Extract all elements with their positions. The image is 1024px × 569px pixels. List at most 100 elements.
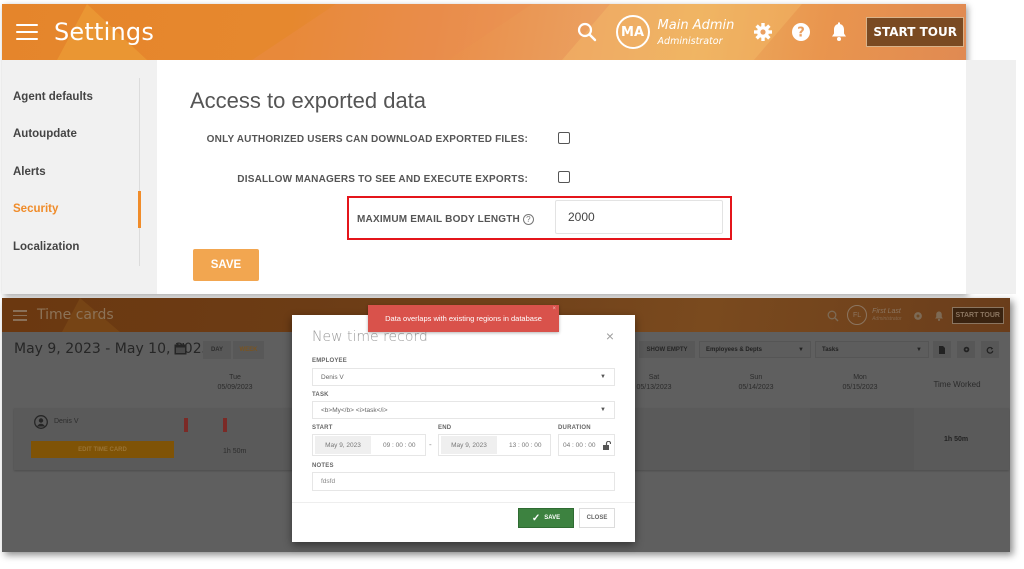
sidebar-nav: Agent defaults Autoupdate Alerts Securit… xyxy=(2,78,141,266)
employee-select-value: Denis V xyxy=(321,373,344,381)
settings-header: Settings MA Main Admin Administrator ? S… xyxy=(2,4,966,60)
user-name: First Last xyxy=(872,308,901,315)
page-gutter xyxy=(966,60,1016,294)
bell-icon[interactable] xyxy=(828,21,850,43)
column-date: 05/15/2023 xyxy=(842,384,878,391)
user-name: Main Admin xyxy=(657,17,735,33)
task-select[interactable]: <b>My</b> <i>task</i> ▼ xyxy=(312,401,615,419)
employee-select[interactable]: Denis V ▼ xyxy=(312,368,615,386)
page-title: Time cards xyxy=(37,307,114,323)
gear-icon[interactable] xyxy=(912,309,924,321)
caret-down-icon: ▼ xyxy=(600,407,606,413)
settings-panel: Settings MA Main Admin Administrator ? S… xyxy=(2,4,966,294)
day-total: 1h 50m xyxy=(223,448,247,455)
show-empty-button[interactable]: SHOW EMPTY xyxy=(639,341,695,358)
column-date: 05/14/2023 xyxy=(738,384,774,391)
end-date-input[interactable]: May 9, 2023 xyxy=(441,436,497,454)
close-icon[interactable]: × xyxy=(606,328,614,344)
dialog-save-label: SAVE xyxy=(544,515,561,521)
gear-icon[interactable] xyxy=(752,21,774,43)
section-heading: Access to exported data xyxy=(190,88,427,113)
avatar[interactable]: FL xyxy=(847,305,868,325)
sidebar-item-agent-defaults[interactable]: Agent defaults xyxy=(2,78,139,116)
settings-button[interactable] xyxy=(957,341,975,358)
time-region-marker[interactable] xyxy=(223,418,227,432)
edit-time-card-button[interactable]: EDIT TIME CARD xyxy=(31,441,174,458)
help-circle-icon[interactable]: ? xyxy=(522,214,534,225)
end-datetime: May 9, 2023 13 : 00 : 00 xyxy=(438,434,551,456)
refresh-icon xyxy=(986,346,994,354)
time-worked-total: 1h 50m xyxy=(944,436,969,443)
task-select-value: <b>My</b> <i>task</i> xyxy=(321,406,388,414)
view-week-toggle[interactable]: WEEK xyxy=(233,341,264,359)
settings-content: Access to exported data ONLY AUTHORIZED … xyxy=(157,60,966,294)
max-email-body-length-input[interactable] xyxy=(555,200,723,234)
tasks-select-value: Tasks xyxy=(822,346,839,353)
employee-name[interactable]: Denis V xyxy=(54,418,79,425)
help-icon[interactable]: ? xyxy=(790,21,812,43)
search-icon[interactable] xyxy=(576,21,598,43)
dialog-close-button[interactable]: CLOSE xyxy=(579,508,615,528)
table-cell xyxy=(810,408,914,470)
start-datetime: May 9, 2023 09 : 00 : 00 xyxy=(312,434,426,456)
start-tour-button[interactable]: START TOUR xyxy=(951,306,1004,324)
menu-icon[interactable] xyxy=(16,24,38,40)
export-file-button[interactable] xyxy=(933,341,951,358)
header-actions: MA Main Admin Administrator ? START TOUR xyxy=(576,4,966,60)
refresh-button[interactable] xyxy=(981,341,999,358)
tasks-select[interactable]: Tasks ▼ xyxy=(815,341,929,358)
close-icon[interactable]: × xyxy=(552,306,556,312)
start-time-input[interactable]: 09 : 00 : 00 xyxy=(383,442,416,449)
time-region-marker[interactable] xyxy=(184,418,188,432)
bell-icon[interactable] xyxy=(934,309,944,321)
column-date: 05/09/2023 xyxy=(217,384,253,391)
start-date-input[interactable]: May 9, 2023 xyxy=(315,436,371,454)
save-button[interactable]: SAVE xyxy=(193,249,259,281)
sidebar-item-security[interactable]: Security xyxy=(2,190,141,229)
employees-select-value: Employees & Depts xyxy=(706,346,763,353)
column-day: Sun xyxy=(749,374,763,381)
column-header-sun: Sun 05/14/2023 xyxy=(728,373,784,393)
range-separator: - xyxy=(429,440,432,449)
column-day: Mon xyxy=(853,374,867,381)
svg-text:?: ? xyxy=(798,26,806,41)
user-info[interactable]: First Last Administrator xyxy=(872,308,901,322)
sidebar-item-autoupdate[interactable]: Autoupdate xyxy=(2,116,139,154)
user-avatar-icon xyxy=(34,415,48,429)
menu-icon[interactable] xyxy=(13,310,27,321)
employees-select[interactable]: Employees & Depts ▼ xyxy=(699,341,811,358)
start-label: START xyxy=(312,425,333,431)
max-email-body-length-text: MAXIMUM EMAIL BODY LENGTH xyxy=(357,214,520,225)
header-decoration xyxy=(252,4,532,60)
gear-icon xyxy=(963,346,969,353)
duration-input[interactable]: 04 : 00 : 00 xyxy=(558,434,615,456)
start-tour-button[interactable]: START TOUR xyxy=(866,17,964,47)
duration-label: DURATION xyxy=(558,425,591,431)
sidebar-item-localization[interactable]: Localization xyxy=(2,228,139,266)
settings-sidebar: Agent defaults Autoupdate Alerts Securit… xyxy=(2,60,157,294)
avatar[interactable]: MA xyxy=(615,15,650,49)
max-email-body-length-label: MAXIMUM EMAIL BODY LENGTH ? xyxy=(357,214,534,225)
notes-input[interactable]: fdsfd xyxy=(312,472,615,491)
task-label: TASK xyxy=(312,392,329,398)
error-toast: Data overlaps with existing regions in d… xyxy=(368,305,559,332)
authorized-download-checkbox[interactable] xyxy=(558,132,570,144)
disallow-managers-checkbox[interactable] xyxy=(558,171,570,183)
check-icon: ✓ xyxy=(531,512,541,524)
column-header-time-worked: Time Worked xyxy=(933,380,981,389)
notes-label: NOTES xyxy=(312,463,334,469)
employee-label: EMPLOYEE xyxy=(312,358,347,364)
column-day: Tue xyxy=(229,374,241,381)
end-time-input[interactable]: 13 : 00 : 00 xyxy=(509,442,542,449)
user-role: Administrator xyxy=(657,35,723,47)
sidebar-item-alerts[interactable]: Alerts xyxy=(2,153,139,191)
column-header-tue: Tue 05/09/2023 xyxy=(207,373,263,393)
calendar-icon[interactable] xyxy=(174,342,187,355)
view-day-toggle[interactable]: DAY xyxy=(203,341,231,359)
column-header-mon: Mon 05/15/2023 xyxy=(832,373,888,393)
search-icon[interactable] xyxy=(827,309,839,322)
unlock-icon[interactable] xyxy=(603,440,612,450)
dialog-save-button[interactable]: ✓ SAVE xyxy=(518,508,574,528)
caret-down-icon: ▼ xyxy=(916,347,922,353)
user-info[interactable]: Main Admin Administrator xyxy=(658,18,735,47)
